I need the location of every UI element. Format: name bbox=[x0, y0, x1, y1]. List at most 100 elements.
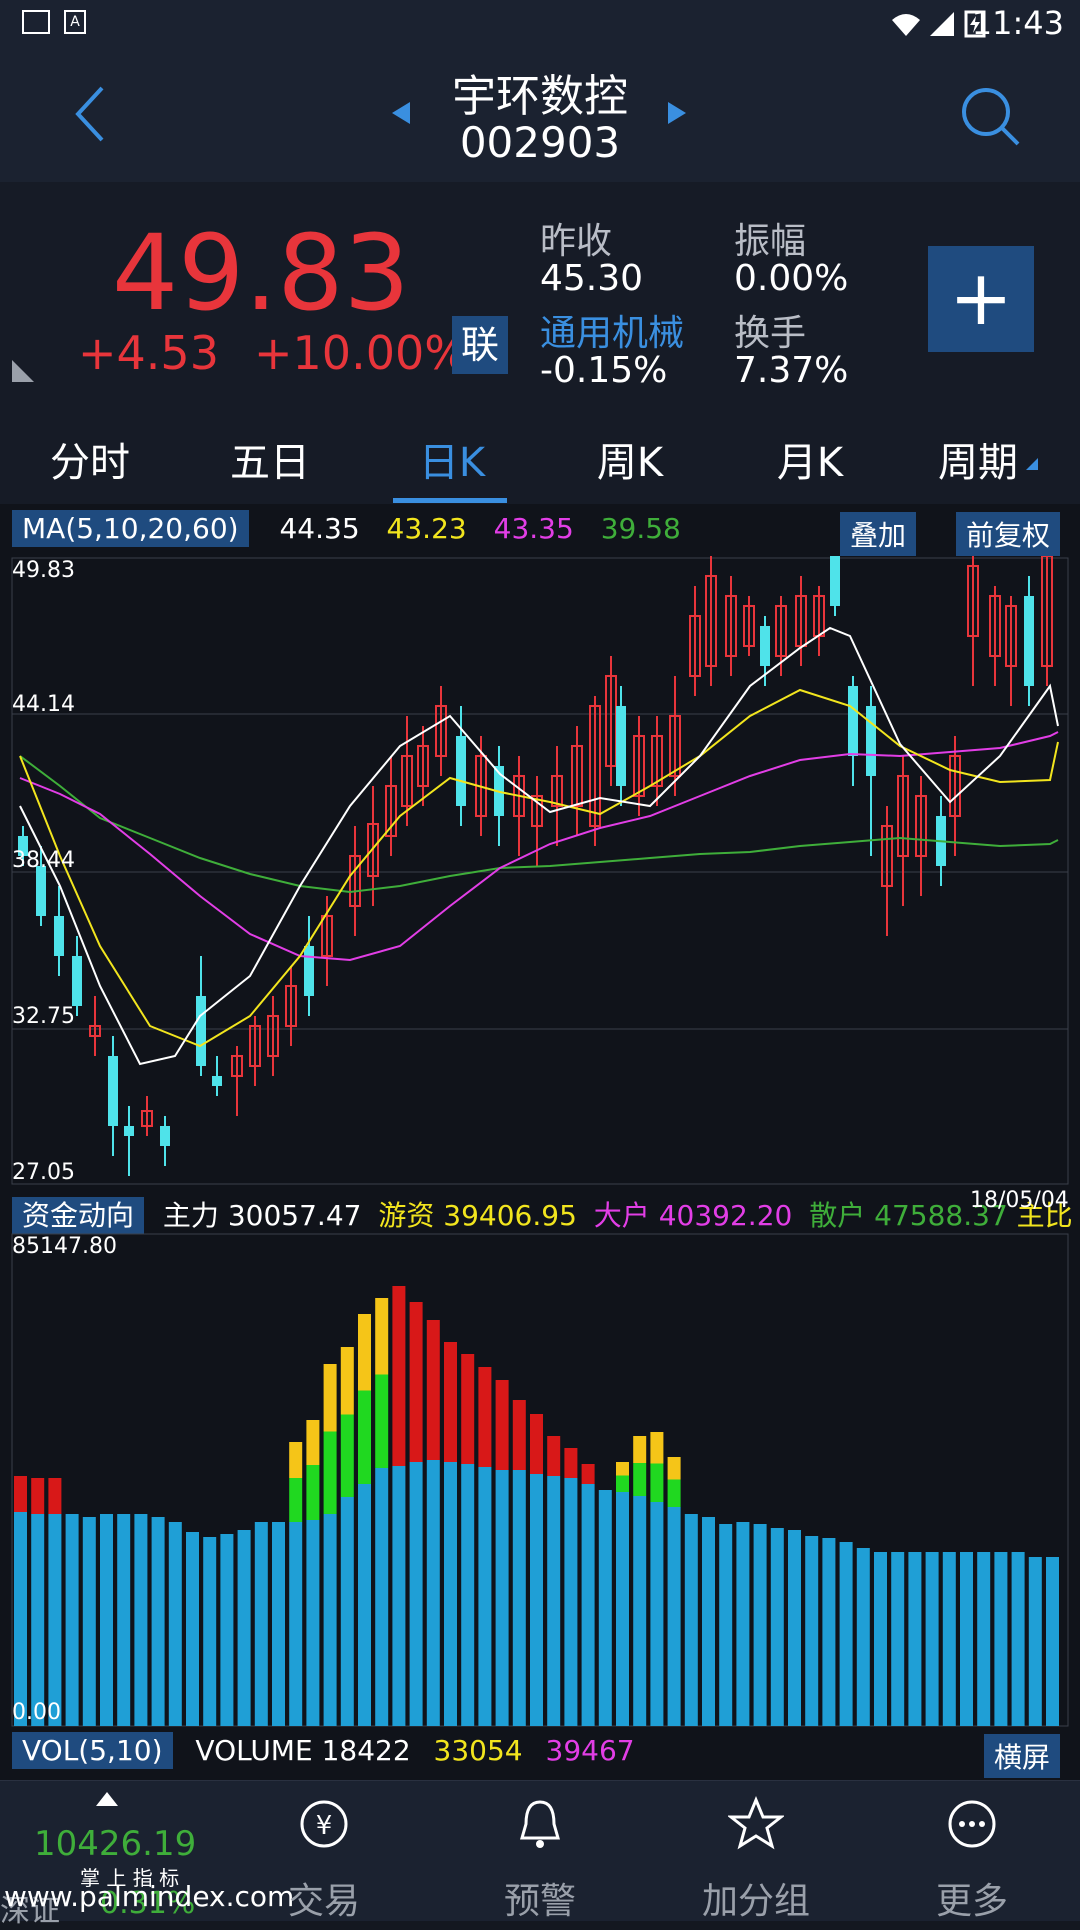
index-value[interactable]: 10426.19 bbox=[34, 1824, 196, 1864]
fund-hot-label: 游资 bbox=[378, 1199, 435, 1232]
tab-daily-k[interactable]: 日K bbox=[382, 430, 522, 488]
stock-name: 宇环数控 bbox=[452, 71, 628, 122]
fund-bar-retail bbox=[358, 1484, 371, 1726]
nav-trade[interactable]: 交易 bbox=[244, 1872, 404, 1924]
price-change: +4.53 bbox=[78, 326, 219, 380]
stock-code: 002903 bbox=[459, 118, 621, 167]
ma-indicator-button[interactable]: MA(5,10,20,60) bbox=[12, 510, 249, 547]
fund-axis-max: 85147.80 bbox=[12, 1234, 117, 1259]
fund-bar-retail bbox=[82, 1517, 96, 1726]
fund-hot-value: 39406.95 bbox=[443, 1199, 577, 1232]
sector-name[interactable]: 通用机械 bbox=[540, 304, 684, 356]
fund-bar-retail bbox=[788, 1530, 801, 1726]
add-watchlist-button[interactable]: + bbox=[928, 246, 1034, 352]
fund-bar-segment bbox=[616, 1462, 629, 1476]
candle-body bbox=[1024, 596, 1034, 686]
fund-bar-segment bbox=[392, 1286, 406, 1466]
nav-alert[interactable]: 预警 bbox=[460, 1872, 620, 1924]
turnover-value: 7.37% bbox=[734, 350, 849, 391]
fund-bar-retail bbox=[409, 1462, 423, 1726]
more-icon[interactable] bbox=[944, 1796, 1000, 1852]
font-notification-icon: A bbox=[64, 10, 86, 34]
fund-bar-retail bbox=[1046, 1557, 1059, 1726]
fund-bar-retail bbox=[444, 1462, 457, 1726]
fund-bar-retail bbox=[891, 1552, 905, 1726]
ma5-value: 44.35 bbox=[279, 512, 360, 545]
tab-monthly-k[interactable]: 月K bbox=[740, 430, 880, 488]
fund-bar-segment bbox=[530, 1414, 543, 1474]
star-icon[interactable] bbox=[728, 1796, 784, 1852]
fund-indicator-button[interactable]: 资金动向 bbox=[12, 1197, 145, 1234]
fund-bar-retail bbox=[598, 1490, 612, 1726]
fund-bar-segment bbox=[444, 1342, 457, 1462]
tab-five-day[interactable]: 五日 bbox=[200, 430, 340, 488]
vol-indicator-button[interactable]: VOL(5,10) bbox=[12, 1732, 173, 1769]
nav-more[interactable]: 更多 bbox=[892, 1872, 1052, 1924]
candle-body bbox=[108, 1056, 118, 1126]
search-icon[interactable] bbox=[958, 84, 1022, 148]
kline-chart[interactable] bbox=[0, 556, 1080, 1186]
fund-bar-retail bbox=[31, 1514, 45, 1726]
fund-bar-retail bbox=[272, 1522, 285, 1726]
fund-bar-retail bbox=[323, 1514, 337, 1726]
image-notification-icon bbox=[22, 10, 50, 34]
fund-bar-retail bbox=[134, 1514, 148, 1726]
fund-bar-retail bbox=[512, 1470, 526, 1726]
fund-bar-retail bbox=[805, 1536, 819, 1726]
fund-flow-chart[interactable] bbox=[0, 1232, 1080, 1728]
landscape-button[interactable]: 横屏 bbox=[984, 1734, 1061, 1778]
adjust-button[interactable]: 前复权 bbox=[956, 512, 1061, 556]
fund-bar-segment bbox=[478, 1367, 492, 1467]
fund-bar-retail bbox=[633, 1496, 647, 1726]
fund-bar-retail bbox=[151, 1517, 165, 1726]
fund-bar-retail bbox=[753, 1524, 767, 1726]
fund-bar-retail bbox=[874, 1552, 887, 1726]
fund-bar-retail bbox=[994, 1552, 1008, 1726]
bell-icon[interactable] bbox=[512, 1796, 568, 1852]
fund-bar-segment bbox=[633, 1463, 647, 1496]
fund-bar-retail bbox=[822, 1538, 836, 1726]
fund-large-value: 40392.20 bbox=[658, 1199, 793, 1232]
prev-close-value: 45.30 bbox=[540, 258, 644, 299]
fund-bar-segment bbox=[323, 1431, 337, 1514]
sector-change: -0.15% bbox=[540, 350, 668, 391]
tab-intraday[interactable]: 分时 bbox=[20, 430, 160, 488]
ma-legend: MA(5,10,20,60) 44.35 43.23 43.35 39.58 bbox=[12, 510, 681, 547]
kline-axis-2: 44.14 bbox=[12, 692, 75, 717]
fund-bar-retail bbox=[168, 1522, 182, 1726]
fund-bar-retail bbox=[186, 1532, 199, 1726]
overlay-button[interactable]: 叠加 bbox=[840, 512, 917, 556]
trade-icon[interactable]: ¥ bbox=[296, 1796, 352, 1852]
fund-bar-retail bbox=[392, 1466, 406, 1726]
fund-bar-retail bbox=[530, 1474, 543, 1726]
fund-bar-segment bbox=[306, 1420, 320, 1465]
fund-bar-segment bbox=[495, 1380, 509, 1470]
fund-bar-segment bbox=[340, 1347, 354, 1415]
fund-bar-segment bbox=[375, 1298, 389, 1375]
nav-add-group[interactable]: 加分组 bbox=[676, 1872, 836, 1924]
candle-body bbox=[830, 556, 840, 606]
fund-bar-retail bbox=[856, 1548, 870, 1726]
expand-up-icon[interactable] bbox=[94, 1790, 120, 1808]
period-dropdown-icon bbox=[1026, 458, 1038, 470]
tab-weekly-k[interactable]: 周K bbox=[560, 430, 700, 488]
link-badge[interactable]: 联 bbox=[452, 316, 508, 374]
fund-bar-segment bbox=[289, 1442, 303, 1478]
fund-bar-retail bbox=[547, 1476, 561, 1726]
fund-bar-retail bbox=[942, 1552, 956, 1726]
ma10-value: 43.23 bbox=[386, 512, 467, 545]
fund-bar-segment bbox=[667, 1479, 681, 1507]
fund-bar-retail bbox=[684, 1514, 698, 1726]
fund-main-value: 30057.47 bbox=[227, 1199, 362, 1232]
candle-body bbox=[304, 946, 314, 996]
fund-bar-retail bbox=[736, 1522, 750, 1726]
fund-bar-retail bbox=[702, 1517, 715, 1726]
fund-large-label: 大户 bbox=[593, 1199, 650, 1232]
fund-legend: 资金动向 主力 30057.47 游资 39406.95 大户 40392.20… bbox=[12, 1194, 1073, 1234]
fund-bar-retail bbox=[426, 1460, 440, 1726]
svg-text:¥: ¥ bbox=[316, 1811, 333, 1841]
volume-value: 18422 bbox=[321, 1734, 411, 1767]
fund-bar-segment bbox=[31, 1478, 45, 1514]
vol-ma10-value: 39467 bbox=[545, 1734, 635, 1767]
fund-bar-retail bbox=[254, 1522, 268, 1726]
